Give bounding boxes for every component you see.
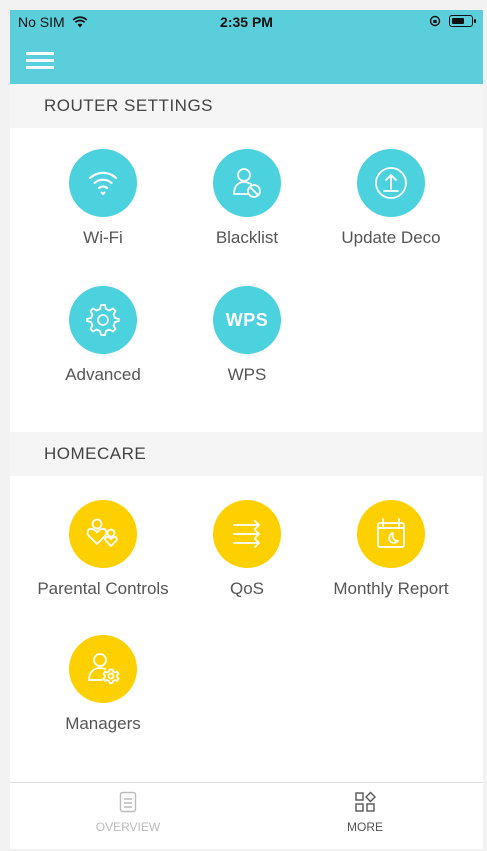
monthly-report-label: Monthly Report — [333, 579, 449, 598]
wifi-icon — [69, 149, 137, 217]
tab-more-label: MORE — [347, 820, 383, 834]
section-title-router-settings: ROUTER SETTINGS — [44, 96, 214, 115]
update-upload-icon — [357, 149, 425, 217]
update-deco-label: Update Deco — [341, 228, 441, 247]
router-settings-header: ROUTER SETTINGS — [10, 84, 483, 128]
wps-label: WPS — [227, 365, 267, 384]
tab-overview-label: OVERVIEW — [95, 820, 161, 834]
wps-icon: WPS — [213, 286, 281, 354]
managers-label: Managers — [65, 714, 141, 733]
document-list-icon — [119, 791, 137, 813]
managers-tile[interactable]: Managers — [33, 635, 173, 735]
clock: 2:35 PM — [220, 14, 273, 30]
app-screen: No SIM 2:35 PM ROUTER SETTINGS Wi-Fi Bla… — [10, 10, 483, 849]
wifi-tile[interactable]: Wi-Fi — [33, 149, 173, 249]
homecare-header: HOMECARE — [10, 432, 483, 476]
qos-arrows-icon — [213, 500, 281, 568]
wps-icon-text: WPS — [225, 309, 269, 330]
battery-icon — [449, 15, 476, 27]
app-header: No SIM 2:35 PM — [10, 10, 483, 84]
tab-overview[interactable]: OVERVIEW — [58, 791, 198, 834]
advanced-label: Advanced — [65, 365, 141, 384]
hamburger-menu-button[interactable] — [26, 50, 54, 72]
parental-controls-label: Parental Controls — [37, 579, 169, 598]
blacklist-user-icon — [213, 149, 281, 217]
manager-gear-icon — [69, 635, 137, 703]
wifi-label: Wi-Fi — [83, 228, 123, 247]
qos-tile[interactable]: QoS — [177, 500, 317, 600]
parental-controls-tile[interactable]: Parental Controls — [33, 500, 173, 600]
wps-tile[interactable]: WPS WPS — [177, 286, 317, 386]
tab-more[interactable]: MORE — [295, 791, 435, 834]
qos-label: QoS — [229, 579, 265, 598]
advanced-tile[interactable]: Advanced — [33, 286, 173, 386]
gear-icon — [69, 286, 137, 354]
blacklist-label: Blacklist — [215, 228, 279, 247]
monthly-report-tile[interactable]: Monthly Report — [321, 500, 461, 600]
update-deco-tile[interactable]: Update Deco — [321, 149, 461, 249]
calendar-moon-icon — [357, 500, 425, 568]
status-right — [429, 15, 476, 27]
blacklist-tile[interactable]: Blacklist — [177, 149, 317, 249]
orientation-lock-icon — [429, 15, 441, 27]
bottom-tab-bar: OVERVIEW MORE — [10, 782, 483, 849]
grid-more-icon — [355, 791, 376, 812]
section-title-homecare: HOMECARE — [44, 444, 147, 463]
parental-heart-icon — [69, 500, 137, 568]
